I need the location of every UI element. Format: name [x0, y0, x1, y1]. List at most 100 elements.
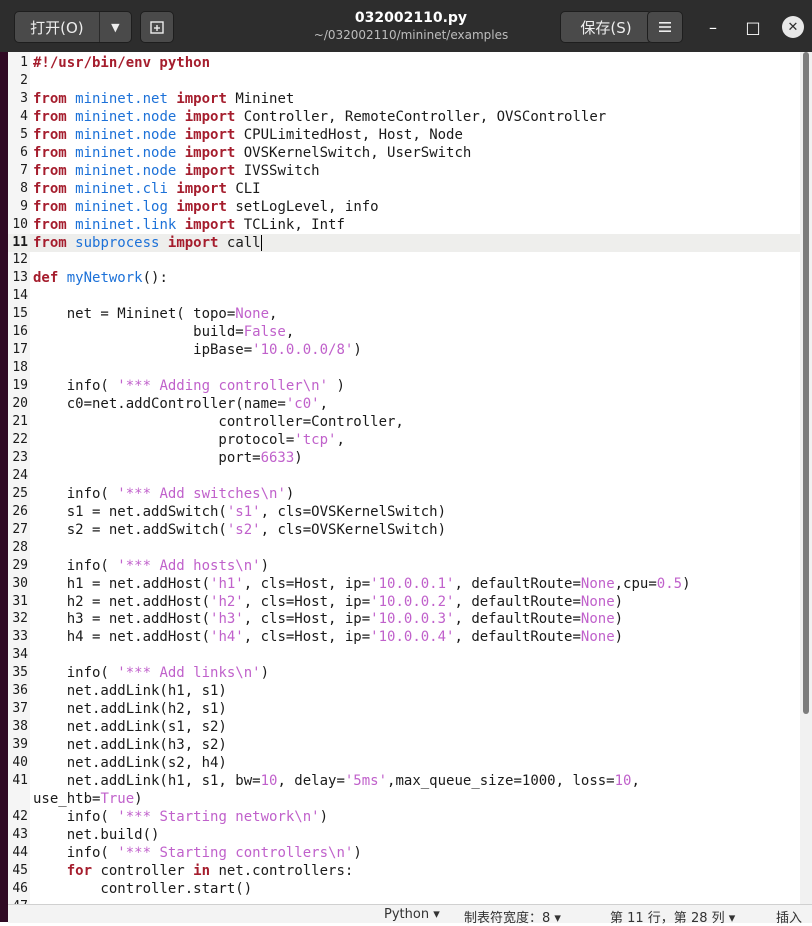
code-token: TCLink, Intf: [235, 216, 345, 233]
code-line[interactable]: 29 info( '*** Add hosts\n'): [8, 557, 800, 575]
code-text: s2 = net.addSwitch('s2', cls=OVSKernelSw…: [33, 521, 446, 539]
code-line[interactable]: 25 info( '*** Add switches\n'): [8, 485, 800, 503]
line-number: 33: [12, 629, 28, 645]
menu-button[interactable]: [647, 11, 683, 43]
line-number: 44: [12, 844, 28, 860]
code-line[interactable]: 5 from mininet.node import CPULimitedHost…: [8, 126, 800, 144]
code-token: h3 = net.addHost(: [33, 611, 211, 628]
code-line[interactable]: 31 h2 = net.addHost('h2', cls=Host, ip='…: [8, 593, 800, 611]
code-line-wrapped[interactable]: use_htb=True): [8, 790, 800, 808]
line-number: 45: [12, 862, 28, 878]
code-line[interactable]: 14: [8, 287, 800, 305]
code-line[interactable]: 6 from mininet.node import OVSKernelSwitc…: [8, 144, 800, 162]
line-number: 20: [12, 396, 28, 412]
code-line[interactable]: 44 info( '*** Starting controllers\n'): [8, 844, 800, 862]
language-selector[interactable]: Python ▾: [384, 907, 440, 922]
code-token: IVSSwitch: [235, 162, 320, 179]
code-line[interactable]: 9 from mininet.log import setLogLevel, in…: [8, 198, 800, 216]
hamburger-icon: [659, 22, 671, 32]
code-line[interactable]: 18: [8, 359, 800, 377]
code-line[interactable]: 24: [8, 467, 800, 485]
scrollbar-thumb[interactable]: [803, 52, 809, 714]
insert-mode-indicator[interactable]: 插入: [776, 907, 802, 926]
code-line[interactable]: 3 from mininet.net import Mininet: [8, 90, 800, 108]
code-line[interactable]: 23 port=6633): [8, 449, 800, 467]
code-line[interactable]: 35 info( '*** Add links\n'): [8, 664, 800, 682]
code-line[interactable]: 46 controller.start(): [8, 880, 800, 898]
code-line[interactable]: 33 h4 = net.addHost('h4', cls=Host, ip='…: [8, 628, 800, 646]
save-button[interactable]: 保存(S): [560, 11, 652, 43]
code-token: mininet.cli: [75, 180, 168, 197]
code-line[interactable]: 13 def myNetwork():: [8, 269, 800, 287]
code-line[interactable]: 4 from mininet.node import Controller, Re…: [8, 108, 800, 126]
code-line[interactable]: 15 net = Mininet( topo=None,: [8, 305, 800, 323]
cursor-position[interactable]: 第 11 行，第 28 列 ▾: [610, 907, 735, 926]
code-token: None: [580, 575, 615, 592]
line-number: 29: [12, 557, 28, 573]
code-line[interactable]: 42 info( '*** Starting network\n'): [8, 808, 800, 826]
code-line[interactable]: 36 net.addLink(h1, s1): [8, 682, 800, 700]
code-line[interactable]: 16 build=False,: [8, 323, 800, 341]
minimize-button[interactable]: –: [700, 14, 726, 40]
open-dropdown-button[interactable]: ▼: [100, 12, 131, 42]
code-line[interactable]: 38 net.addLink(s1, s2): [8, 718, 800, 736]
code-line[interactable]: 21 controller=Controller,: [8, 413, 800, 431]
open-button-group: 打开(O) ▼: [14, 11, 132, 43]
code-line[interactable]: 26 s1 = net.addSwitch('s1', cls=OVSKerne…: [8, 503, 800, 521]
code-line[interactable]: 19 info( '*** Adding controller\n' ): [8, 377, 800, 395]
new-tab-button[interactable]: [140, 11, 174, 43]
code-editor[interactable]: 1 #!/usr/bin/env python 2 3 from mininet.net…: [8, 52, 800, 904]
code-text: ipBase='10.0.0.0/8'): [33, 341, 362, 359]
code-token: , delay=: [277, 773, 345, 789]
code-line[interactable]: 41 net.addLink(h1, s1, bw=10, delay='5ms…: [8, 772, 800, 790]
code-line[interactable]: 32 h3 = net.addHost('h3', cls=Host, ip='…: [8, 610, 800, 628]
code-text: h3 = net.addHost('h3', cls=Host, ip='10.…: [33, 610, 623, 628]
code-line[interactable]: 43 net.build(): [8, 826, 800, 844]
line-number: 27: [12, 521, 28, 537]
code-token: '*** Add links\n': [117, 665, 261, 682]
code-line[interactable]: 40 net.addLink(s2, h4): [8, 754, 800, 772]
code-line[interactable]: 20 c0=net.addController(name='c0',: [8, 395, 800, 413]
code-token: mininet.node: [75, 162, 177, 179]
code-line[interactable]: 30 h1 = net.addHost('h1', cls=Host, ip='…: [8, 575, 800, 593]
code-line[interactable]: 22 protocol='tcp',: [8, 431, 800, 449]
code-line[interactable]: 45 for controller in net.controllers:: [8, 862, 800, 880]
code-text: h2 = net.addHost('h2', cls=Host, ip='10.…: [33, 593, 623, 611]
code-token: info(: [33, 665, 118, 682]
code-token: net.addLink(s2, h4): [33, 755, 227, 772]
code-token: h1 = net.addHost(: [33, 575, 211, 592]
code-line[interactable]: 8 from mininet.cli import CLI: [8, 180, 800, 198]
code-token: controller.start(): [33, 880, 253, 897]
code-text: from mininet.node import CPULimitedHost,…: [33, 126, 463, 144]
vertical-scrollbar[interactable]: [800, 52, 812, 904]
code-token: import: [184, 126, 236, 143]
close-icon: ✕: [782, 16, 804, 38]
code-line[interactable]: 11 from subprocess import call: [8, 233, 800, 252]
line-number: 26: [12, 503, 28, 519]
code-token: h4 = net.addHost(: [33, 629, 211, 646]
code-line[interactable]: 12: [8, 251, 800, 269]
code-token: 6633: [260, 449, 295, 466]
code-line[interactable]: 1 #!/usr/bin/env python: [8, 54, 800, 72]
code-text: from mininet.cli import CLI: [33, 180, 261, 198]
code-line[interactable]: 37 net.addLink(h2, s1): [8, 700, 800, 718]
code-line[interactable]: 10 from mininet.link import TCLink, Intf: [8, 216, 800, 234]
code-text: #!/usr/bin/env python: [33, 54, 210, 72]
tab-width-selector[interactable]: 制表符宽度：8 ▾: [464, 907, 561, 926]
code-line[interactable]: 39 net.addLink(h3, s2): [8, 736, 800, 754]
line-number: 3: [20, 90, 28, 106]
code-token: , cls=OVSKernelSwitch): [260, 521, 447, 538]
code-line[interactable]: 34: [8, 646, 800, 664]
code-line[interactable]: 28: [8, 539, 800, 557]
open-button[interactable]: 打开(O): [15, 12, 100, 42]
code-line[interactable]: 17 ipBase='10.0.0.0/8'): [8, 341, 800, 359]
code-line[interactable]: 7 from mininet.node import IVSSwitch: [8, 162, 800, 180]
maximize-button[interactable]: □: [740, 14, 766, 40]
line-number: 5: [20, 126, 28, 142]
line-number: 22: [12, 431, 28, 447]
code-line[interactable]: 2: [8, 72, 800, 90]
code-line[interactable]: 27 s2 = net.addSwitch('s2', cls=OVSKerne…: [8, 521, 800, 539]
line-number: 21: [12, 414, 28, 429]
close-button[interactable]: ✕: [780, 14, 806, 40]
